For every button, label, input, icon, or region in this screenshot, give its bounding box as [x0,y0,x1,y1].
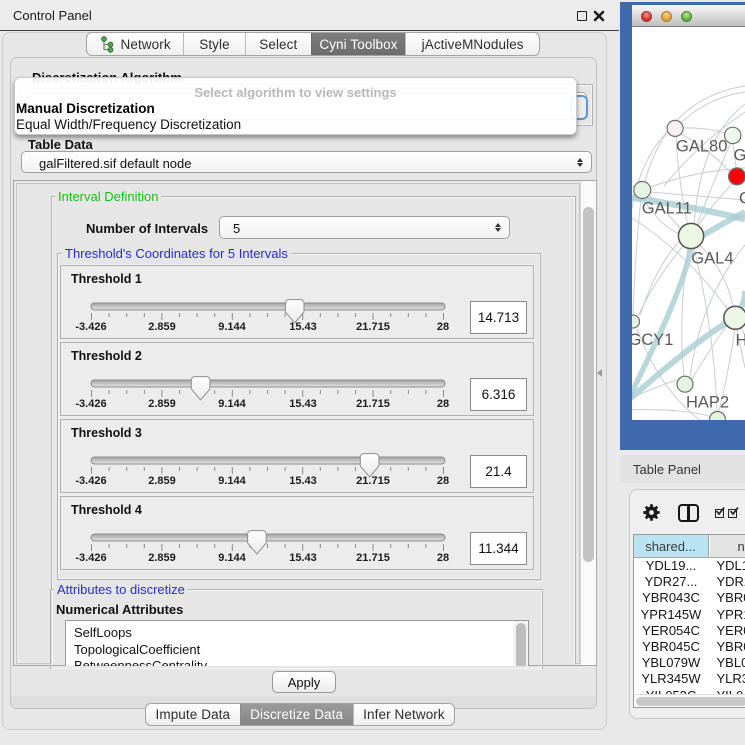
svg-text:GA: GA [734,147,745,165]
svg-text:GAL80: GAL80 [676,138,727,156]
svg-text:GAL11: GAL11 [642,200,692,218]
svg-text:H: H [736,332,745,350]
svg-text:HAP2: HAP2 [686,394,729,412]
svg-text:GCY1: GCY1 [632,331,673,349]
svg-text:G: G [739,190,745,208]
svg-text:GAL4: GAL4 [691,250,733,268]
